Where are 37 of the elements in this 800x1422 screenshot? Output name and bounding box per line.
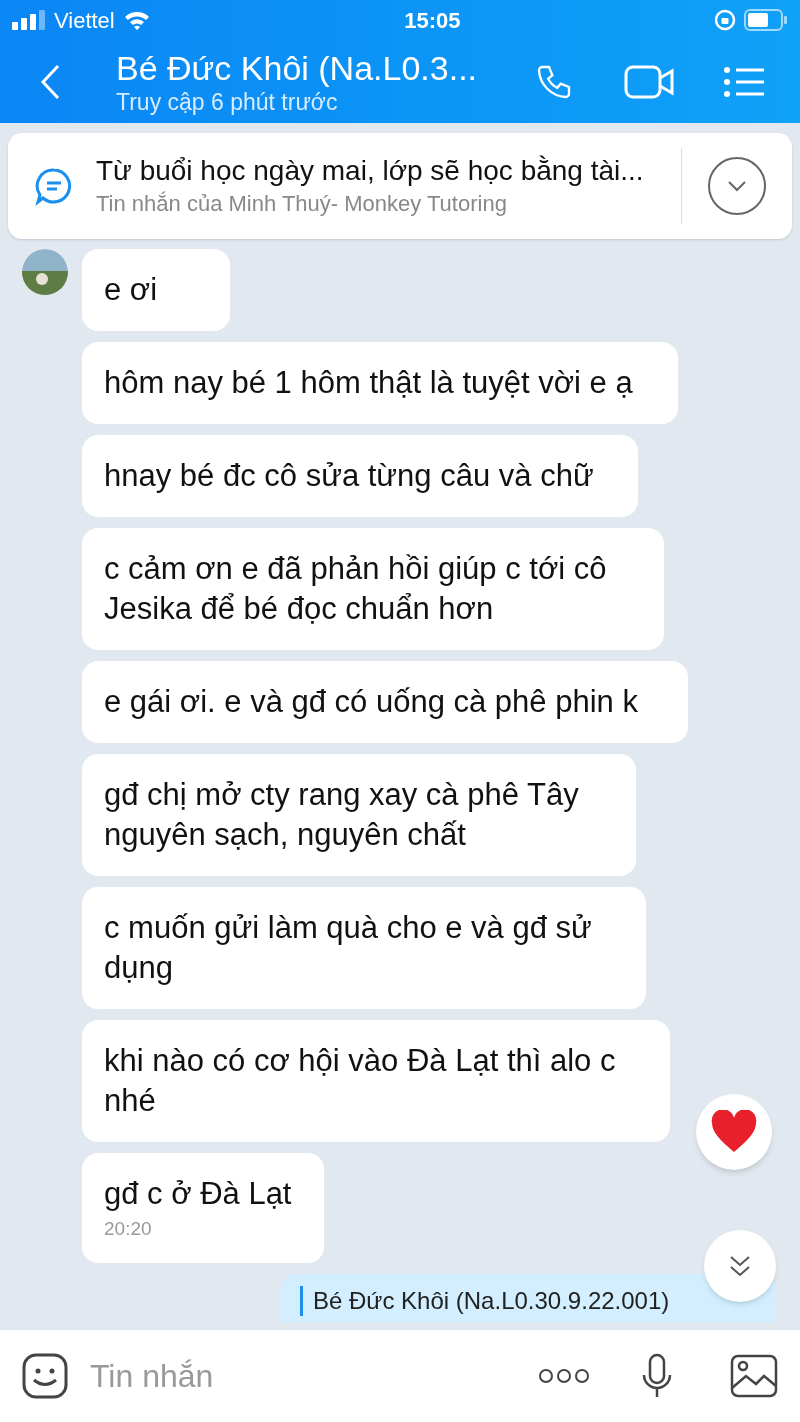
reaction-button[interactable] [696,1094,772,1170]
message-text: gđ chị mở cty rang xay cà phê Tây nguyên sạch, nguyên chất [104,776,580,854]
battery-icon [744,9,788,31]
chevron-down-icon [727,180,747,192]
signal-icon [12,10,46,30]
microphone-icon[interactable] [642,1353,672,1399]
heart-icon [709,1110,759,1154]
back-icon [40,63,60,100]
message-time: 20:20 [104,1217,153,1241]
message-text: e ơi [104,271,159,309]
pinned-message[interactable]: Từ buổi học ngày mai, lớp sẽ học bằng tài... Tin nhắn của Minh Thuý- Monkey Tutoring [8,133,792,239]
message-text: hôm nay bé 1 hôm thật là tuyệt vời e ạ [104,364,634,402]
message-text: e gái ơi. e và gđ có uống cà phê phin k [104,683,639,721]
chat-bubble-icon [34,166,74,206]
message-text: gđ c ở Đà Lạt [104,1175,293,1213]
message-text: c cảm ơn e đã phản hồi giúp c tới cô Jesika để bé đọc chuẩn hơn [104,550,608,628]
message-input[interactable]: Tin nhắn [90,1352,538,1400]
image-icon[interactable] [730,1354,778,1398]
chat-title: Bé Đức Khôi (Na.L0.3... [116,47,479,88]
sticker-icon[interactable] [22,1353,68,1399]
pinned-text: Từ buổi học ngày mai, lớp sẽ học bằng tài... [96,154,645,188]
message-text: hnay bé đc cô sửa từng câu và chữ [104,457,595,495]
last-seen: Truy cập 6 phút trước [116,87,339,116]
message-text: c muốn gửi làm quà cho e và gđ sử dụng [104,909,593,987]
message-composer[interactable]: Tin nhắn [0,1330,800,1422]
more-icon[interactable] [538,1368,590,1384]
expand-button[interactable] [708,157,766,215]
avatar[interactable] [22,249,68,295]
menu-icon[interactable] [724,65,764,98]
clock-time: 15:05 [404,6,461,35]
rotation-lock-icon [714,9,736,31]
pinned-source: Tin nhắn của Minh Thuý- Monkey Tutoring [96,190,508,218]
double-chevron-icon [729,1254,751,1278]
carrier-name: Viettel [54,6,115,35]
message-text: khi nào có cơ hội vào Đà Lạt thì alo c nhé [104,1042,617,1120]
quoted-sender: Bé Đức Khôi (Na.L0.30.9.22.001) [313,1286,670,1316]
video-call-icon[interactable] [624,64,674,99]
